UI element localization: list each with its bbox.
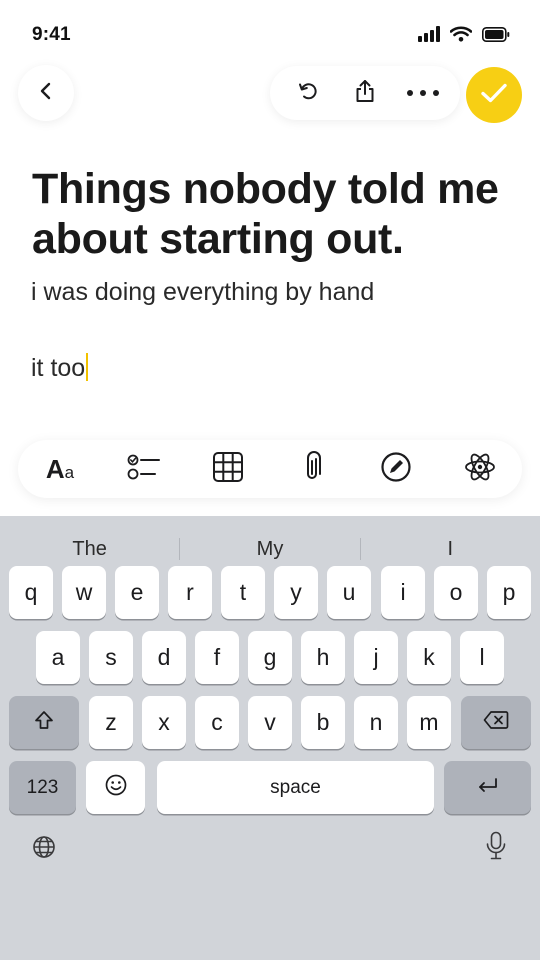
note-body-text: it too	[31, 354, 86, 382]
key-b[interactable]: b	[301, 696, 345, 749]
key-w[interactable]: w	[62, 566, 106, 619]
key-g[interactable]: g	[248, 631, 292, 684]
note-body-line[interactable]: i was doing everything by hand	[31, 278, 374, 307]
key-d[interactable]: d	[142, 631, 186, 684]
keyboard: The My I q w e r t y u i o p a s d f g h…	[0, 516, 540, 960]
editor-header	[0, 64, 540, 124]
key-c[interactable]: c	[195, 696, 239, 749]
shift-icon	[34, 709, 54, 736]
globe-button[interactable]	[24, 829, 64, 869]
key-x[interactable]: x	[142, 696, 186, 749]
key-f[interactable]: f	[195, 631, 239, 684]
microphone-icon	[485, 831, 507, 866]
checklist-icon	[127, 453, 161, 486]
key-v[interactable]: v	[248, 696, 292, 749]
ai-icon	[464, 451, 496, 488]
delete-icon	[483, 709, 509, 736]
table-icon	[212, 451, 244, 488]
chevron-left-icon	[36, 81, 56, 106]
ai-button[interactable]	[452, 444, 508, 494]
emoji-icon	[104, 773, 128, 803]
return-icon	[477, 774, 499, 801]
key-n[interactable]: n	[354, 696, 398, 749]
return-key[interactable]	[444, 761, 531, 814]
status-time: 9:41	[32, 24, 71, 45]
key-u[interactable]: u	[327, 566, 371, 619]
key-l[interactable]: l	[460, 631, 504, 684]
done-button[interactable]	[466, 67, 522, 123]
globe-icon	[32, 835, 56, 864]
action-group	[270, 66, 460, 120]
attachment-icon	[302, 450, 322, 488]
more-icon	[406, 84, 440, 102]
suggestion-item[interactable]: The	[0, 532, 179, 566]
delete-key[interactable]	[461, 696, 531, 749]
text-style-icon: Aa	[45, 453, 75, 484]
key-j[interactable]: j	[354, 631, 398, 684]
status-bar: 9:41	[0, 0, 540, 70]
check-icon	[480, 82, 508, 109]
numbers-key[interactable]: 123	[9, 761, 76, 814]
battery-icon	[482, 26, 510, 47]
key-e[interactable]: e	[115, 566, 159, 619]
wifi-icon	[449, 26, 473, 47]
table-button[interactable]	[200, 444, 256, 494]
emoji-key[interactable]	[86, 761, 145, 814]
space-key[interactable]: space	[157, 761, 434, 814]
key-a[interactable]: a	[36, 631, 80, 684]
key-k[interactable]: k	[407, 631, 451, 684]
key-y[interactable]: y	[274, 566, 318, 619]
key-z[interactable]: z	[89, 696, 133, 749]
checklist-button[interactable]	[116, 444, 172, 494]
undo-button[interactable]	[284, 70, 330, 116]
key-s[interactable]: s	[89, 631, 133, 684]
suggestion-bar: The My I	[0, 532, 540, 566]
signal-icon	[418, 26, 440, 47]
key-q[interactable]: q	[9, 566, 53, 619]
more-button[interactable]	[400, 70, 446, 116]
format-toolbar: Aa	[18, 440, 522, 498]
text-caret	[86, 353, 89, 381]
dictation-button[interactable]	[476, 828, 516, 868]
suggestion-item[interactable]: My	[180, 532, 359, 566]
back-button[interactable]	[18, 65, 74, 121]
status-icons	[418, 26, 510, 47]
key-i[interactable]: i	[381, 566, 425, 619]
draw-icon	[380, 451, 412, 488]
key-r[interactable]: r	[168, 566, 212, 619]
draw-button[interactable]	[368, 444, 424, 494]
text-style-button[interactable]: Aa	[32, 444, 88, 494]
share-icon	[354, 79, 376, 108]
share-button[interactable]	[342, 70, 388, 116]
attachment-button[interactable]	[284, 444, 340, 494]
key-m[interactable]: m	[407, 696, 451, 749]
note-title[interactable]: Things nobody told me about starting out…	[32, 164, 532, 264]
key-p[interactable]: p	[487, 566, 531, 619]
undo-icon	[296, 80, 318, 107]
key-o[interactable]: o	[434, 566, 478, 619]
suggestion-item[interactable]: I	[361, 532, 540, 566]
key-t[interactable]: t	[221, 566, 265, 619]
shift-key[interactable]	[9, 696, 79, 749]
key-h[interactable]: h	[301, 631, 345, 684]
note-body-line-active[interactable]: it too	[31, 353, 89, 383]
